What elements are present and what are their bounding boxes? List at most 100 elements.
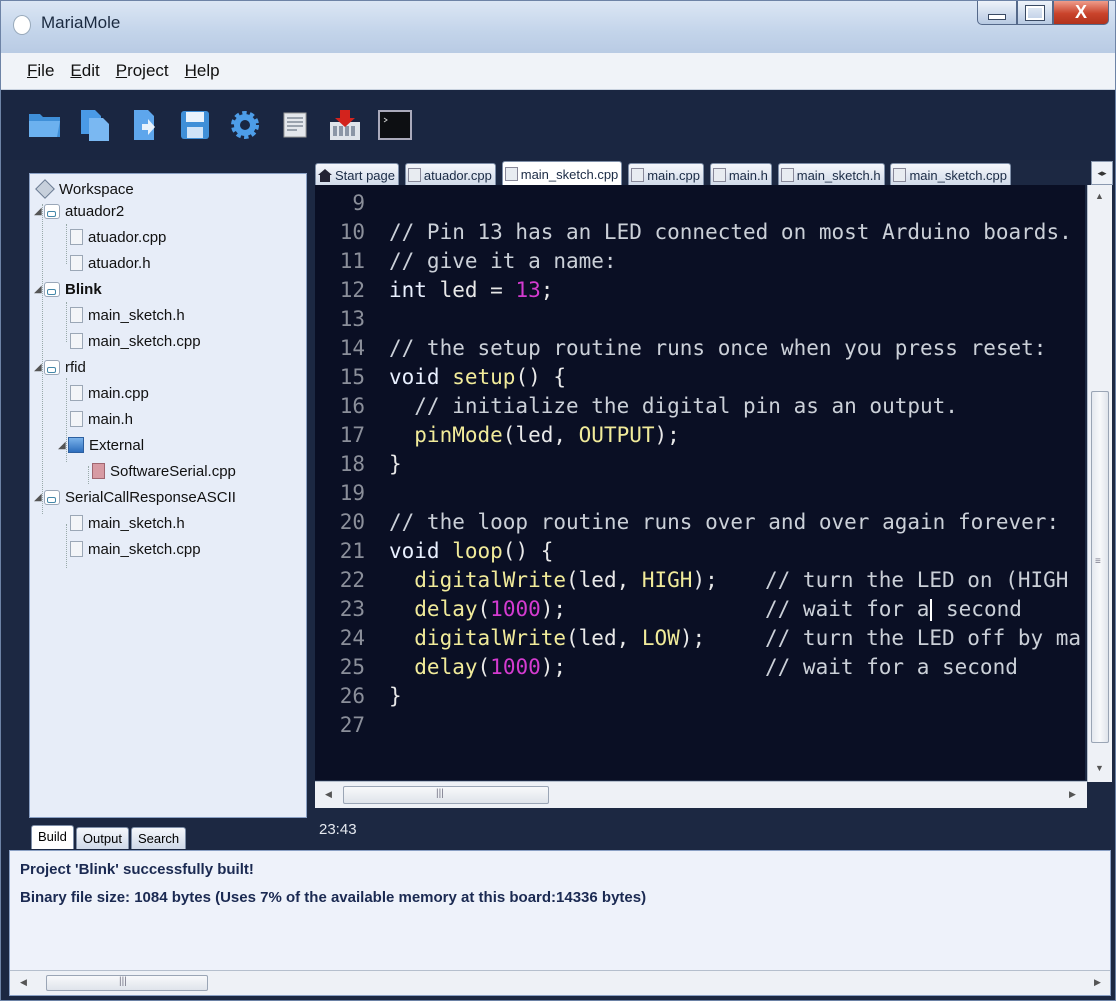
file-icon	[780, 168, 794, 182]
tab-build[interactable]: Build	[31, 825, 74, 849]
line-number: 23	[339, 597, 365, 621]
code-editor[interactable]: 9 10 // Pin 13 has an LED connected on mo…	[315, 185, 1085, 780]
tree-label: main.h	[88, 410, 134, 428]
code-text: }	[389, 684, 402, 708]
code-function: loop	[439, 539, 503, 563]
expand-arrow-icon: ◢	[34, 283, 42, 295]
tab-main-cpp[interactable]: main.cpp	[628, 163, 704, 185]
code-comment: // the loop routine runs over and over a…	[389, 510, 1060, 534]
tab-scroll-button[interactable]: ◂▸	[1091, 161, 1113, 185]
tree-file[interactable]: main.cpp	[70, 382, 149, 404]
file-icon	[70, 541, 83, 557]
tree-project-atuador2[interactable]: ◢ atuador2	[34, 200, 124, 222]
save-button[interactable]	[177, 107, 213, 143]
tab-atuador-cpp[interactable]: atuador.cpp	[404, 163, 496, 185]
tab-label: main_sketch.cpp	[520, 166, 619, 182]
code-function: delay	[389, 655, 478, 679]
line-number: 26	[339, 684, 365, 708]
scroll-right-icon: ▶	[1069, 789, 1076, 799]
tree-project-serialcallresponseascii[interactable]: ◢ SerialCallResponseASCII	[34, 486, 236, 508]
editor-horizontal-scrollbar[interactable]: ◀ ||| ▶	[315, 781, 1087, 808]
tab-label: main.cpp	[647, 167, 700, 183]
tree-file[interactable]: main.h	[70, 408, 133, 430]
code-comment: // wait for a second	[765, 595, 1022, 624]
line-number: 9	[352, 191, 365, 215]
tree-label: main_sketch.cpp	[88, 332, 201, 350]
code-text: );	[540, 597, 567, 621]
tree-file[interactable]: atuador.h	[70, 252, 151, 274]
new-file-button[interactable]	[77, 107, 113, 143]
tab-main-sketch-h[interactable]: main_sketch.h	[777, 163, 885, 185]
code-comment-part: second	[933, 597, 1022, 621]
code-line: 18}	[315, 450, 402, 479]
open-folder-button[interactable]	[27, 107, 63, 143]
serial-monitor-button[interactable]	[377, 107, 413, 143]
file-icon	[504, 167, 518, 181]
upload-button[interactable]	[327, 107, 363, 143]
menu-help-accel: H	[184, 61, 197, 80]
tree-file[interactable]: main_sketch.h	[70, 304, 185, 326]
board-button[interactable]	[277, 107, 313, 143]
code-constant: OUTPUT	[578, 423, 655, 447]
tab-label: atuador.cpp	[423, 167, 492, 183]
import-file-button[interactable]	[127, 107, 163, 143]
editor-vertical-scroll-thumb[interactable]: ≡	[1091, 391, 1109, 743]
tab-main-sketch-cpp-2[interactable]: main_sketch.cpp	[890, 163, 1012, 185]
minimize-button[interactable]	[977, 1, 1017, 25]
editor-horizontal-scroll-thumb[interactable]: |||	[343, 786, 549, 804]
menu-file[interactable]: File	[1, 61, 62, 81]
expand-arrow-icon: ◢	[34, 205, 42, 217]
tree-label: main_sketch.cpp	[88, 540, 201, 558]
output-horizontal-scroll-thumb[interactable]: |||	[46, 975, 208, 991]
tree-workspace[interactable]: Workspace	[35, 178, 134, 200]
tree-file[interactable]: main_sketch.cpp	[70, 538, 201, 560]
line-number: 18	[339, 452, 365, 476]
tree-file[interactable]: atuador.cpp	[70, 226, 166, 248]
tree-file[interactable]: main_sketch.cpp	[70, 330, 201, 352]
tree-project-blink[interactable]: ◢ Blink	[34, 278, 102, 300]
tree-project-rfid[interactable]: ◢ rfid	[34, 356, 86, 378]
title-bar[interactable]: MariaMole X	[1, 1, 1115, 53]
code-comment: // initialize the digital pin as an outp…	[389, 394, 958, 418]
code-line: 11 // give it a name:	[315, 247, 617, 276]
file-icon	[70, 229, 83, 245]
menu-help[interactable]: Help	[177, 61, 228, 81]
code-line: 24 digitalWrite(led, LOW);	[315, 624, 705, 653]
settings-button[interactable]	[227, 107, 263, 143]
maximize-button[interactable]	[1017, 1, 1053, 25]
tree-file[interactable]: main_sketch.h	[70, 512, 185, 534]
editor-vertical-scrollbar[interactable]: ▲ ≡ ▼	[1087, 185, 1112, 782]
output-horizontal-scrollbar[interactable]: ◀ ||| ▶	[10, 970, 1110, 995]
expand-arrow-icon: ◢	[58, 439, 66, 451]
import-file-icon	[134, 110, 155, 140]
window-controls: X	[977, 1, 1109, 27]
bottom-tab-bar: Build Output Search	[31, 823, 188, 849]
menu-project[interactable]: Project	[108, 61, 177, 81]
tree-folder-external[interactable]: ◢ External	[58, 434, 144, 456]
code-number: 1000	[490, 597, 541, 621]
code-keyword: int	[389, 278, 427, 302]
build-message: Binary file size: 1084 bytes (Uses 7% of…	[20, 889, 647, 906]
tab-output[interactable]: Output	[75, 827, 129, 849]
menu-bar: File Edit Project Help	[1, 53, 1115, 90]
tab-main-h[interactable]: main.h	[709, 163, 772, 185]
menu-edit[interactable]: Edit	[62, 61, 107, 81]
tree-label: External	[89, 436, 145, 454]
code-line: 16 // initialize the digital pin as an o…	[315, 392, 958, 421]
menu-project-accel: P	[115, 61, 128, 80]
app-icon	[13, 15, 31, 35]
tab-search[interactable]: Search	[130, 827, 187, 849]
code-text: (	[477, 655, 491, 679]
window-title: MariaMole	[41, 13, 121, 32]
tab-main-sketch-cpp[interactable]: main_sketch.cpp	[501, 161, 623, 185]
file-icon	[92, 463, 105, 479]
close-button[interactable]: X	[1053, 1, 1109, 25]
tree-label: SoftwareSerial.cpp	[110, 462, 236, 480]
tab-label: main_sketch.cpp	[909, 167, 1008, 183]
line-number: 27	[339, 713, 365, 737]
file-icon	[70, 333, 83, 349]
tab-start-page[interactable]: Start page	[315, 163, 399, 185]
tree-file[interactable]: SoftwareSerial.cpp	[92, 460, 236, 482]
tree-label: atuador2	[65, 202, 125, 220]
code-comment: // give it a name:	[389, 249, 617, 273]
